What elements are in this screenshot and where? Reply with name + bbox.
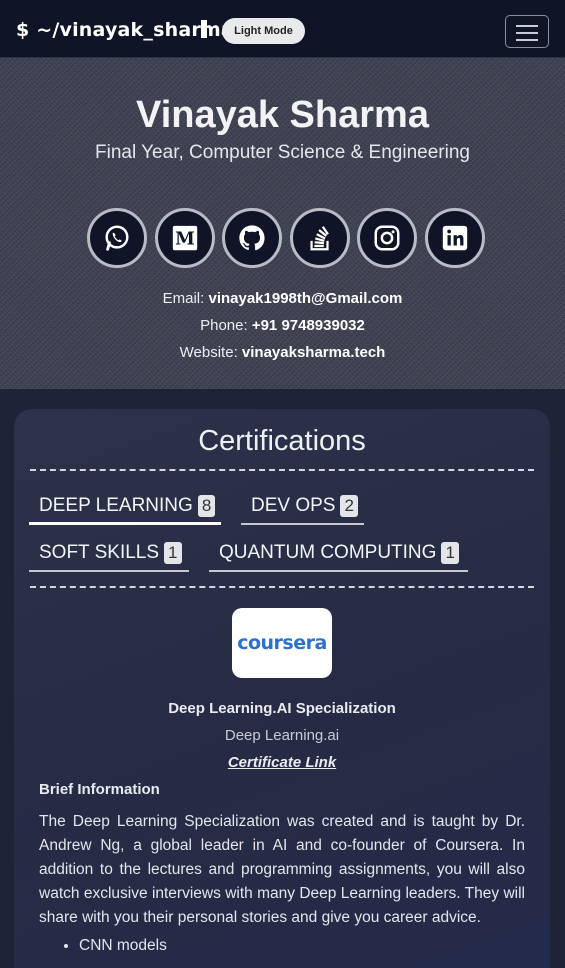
count-badge: 2 xyxy=(340,495,358,517)
terminal-cursor xyxy=(201,20,207,38)
github-link[interactable] xyxy=(222,208,282,268)
divider xyxy=(30,586,534,588)
tab-quantum-computing[interactable]: QUANTUM COMPUTING 1 xyxy=(209,536,468,572)
certificate-title: Deep Learning.AI Specialization xyxy=(168,700,396,717)
section-title: Certifications xyxy=(198,425,366,457)
brief-info-text: The Deep Learning Specialization was cre… xyxy=(39,813,525,926)
certificate-issuer: Deep Learning.ai xyxy=(224,727,340,744)
profile-name: Vinayak Sharma xyxy=(136,94,429,136)
tab-dev-ops[interactable]: DEV OPS 2 xyxy=(241,489,364,525)
stackoverflow-icon xyxy=(310,226,329,251)
linkedin-link[interactable] xyxy=(425,208,485,268)
email-link[interactable]: vinayak1998th@Gmail.com xyxy=(208,290,402,307)
navbar: $ ~/vinayak_sharma Light Mode xyxy=(0,0,565,58)
instagram-icon xyxy=(374,225,400,251)
medium-icon: M xyxy=(172,225,198,251)
count-badge: 8 xyxy=(197,494,216,517)
certificate-link[interactable]: Certificate Link xyxy=(14,754,550,771)
medium-link[interactable]: M xyxy=(155,208,215,268)
brief-info-heading: Brief Information xyxy=(39,781,160,798)
whatsapp-icon xyxy=(105,225,129,251)
website-line: Website: vinayaksharma.tech xyxy=(179,344,386,361)
coursera-logo: coursera xyxy=(232,608,332,678)
count-badge: 1 xyxy=(441,542,459,564)
certifications-card: Certifications DEEP LEARNING 8 DEV OPS 2… xyxy=(14,409,550,968)
svg-text:M: M xyxy=(175,229,195,250)
menu-toggle-button[interactable] xyxy=(505,15,549,48)
tab-deep-learning[interactable]: DEEP LEARNING 8 xyxy=(29,489,221,525)
profile-subtitle: Final Year, Computer Science & Engineeri… xyxy=(95,142,470,163)
hero-section: Vinayak Sharma Final Year, Computer Scie… xyxy=(0,58,565,389)
phone-link[interactable]: +91 9748939032 xyxy=(252,317,365,334)
topics-list: CNN models xyxy=(79,937,519,955)
count-badge: 1 xyxy=(164,542,182,564)
list-item: CNN models xyxy=(79,937,519,955)
whatsapp-link[interactable] xyxy=(87,208,147,268)
website-link[interactable]: vinayaksharma.tech xyxy=(242,344,385,361)
hamburger-icon xyxy=(516,25,538,27)
tab-soft-skills[interactable]: SOFT SKILLS 1 xyxy=(29,536,189,572)
divider xyxy=(30,469,534,471)
instagram-link[interactable] xyxy=(357,208,417,268)
light-mode-button[interactable]: Light Mode xyxy=(222,18,305,44)
phone-line: Phone: +91 9748939032 xyxy=(200,317,365,334)
email-line: Email: vinayak1998th@Gmail.com xyxy=(162,290,403,307)
linkedin-icon xyxy=(442,225,468,251)
github-icon xyxy=(239,225,265,251)
stackoverflow-link[interactable] xyxy=(290,208,350,268)
